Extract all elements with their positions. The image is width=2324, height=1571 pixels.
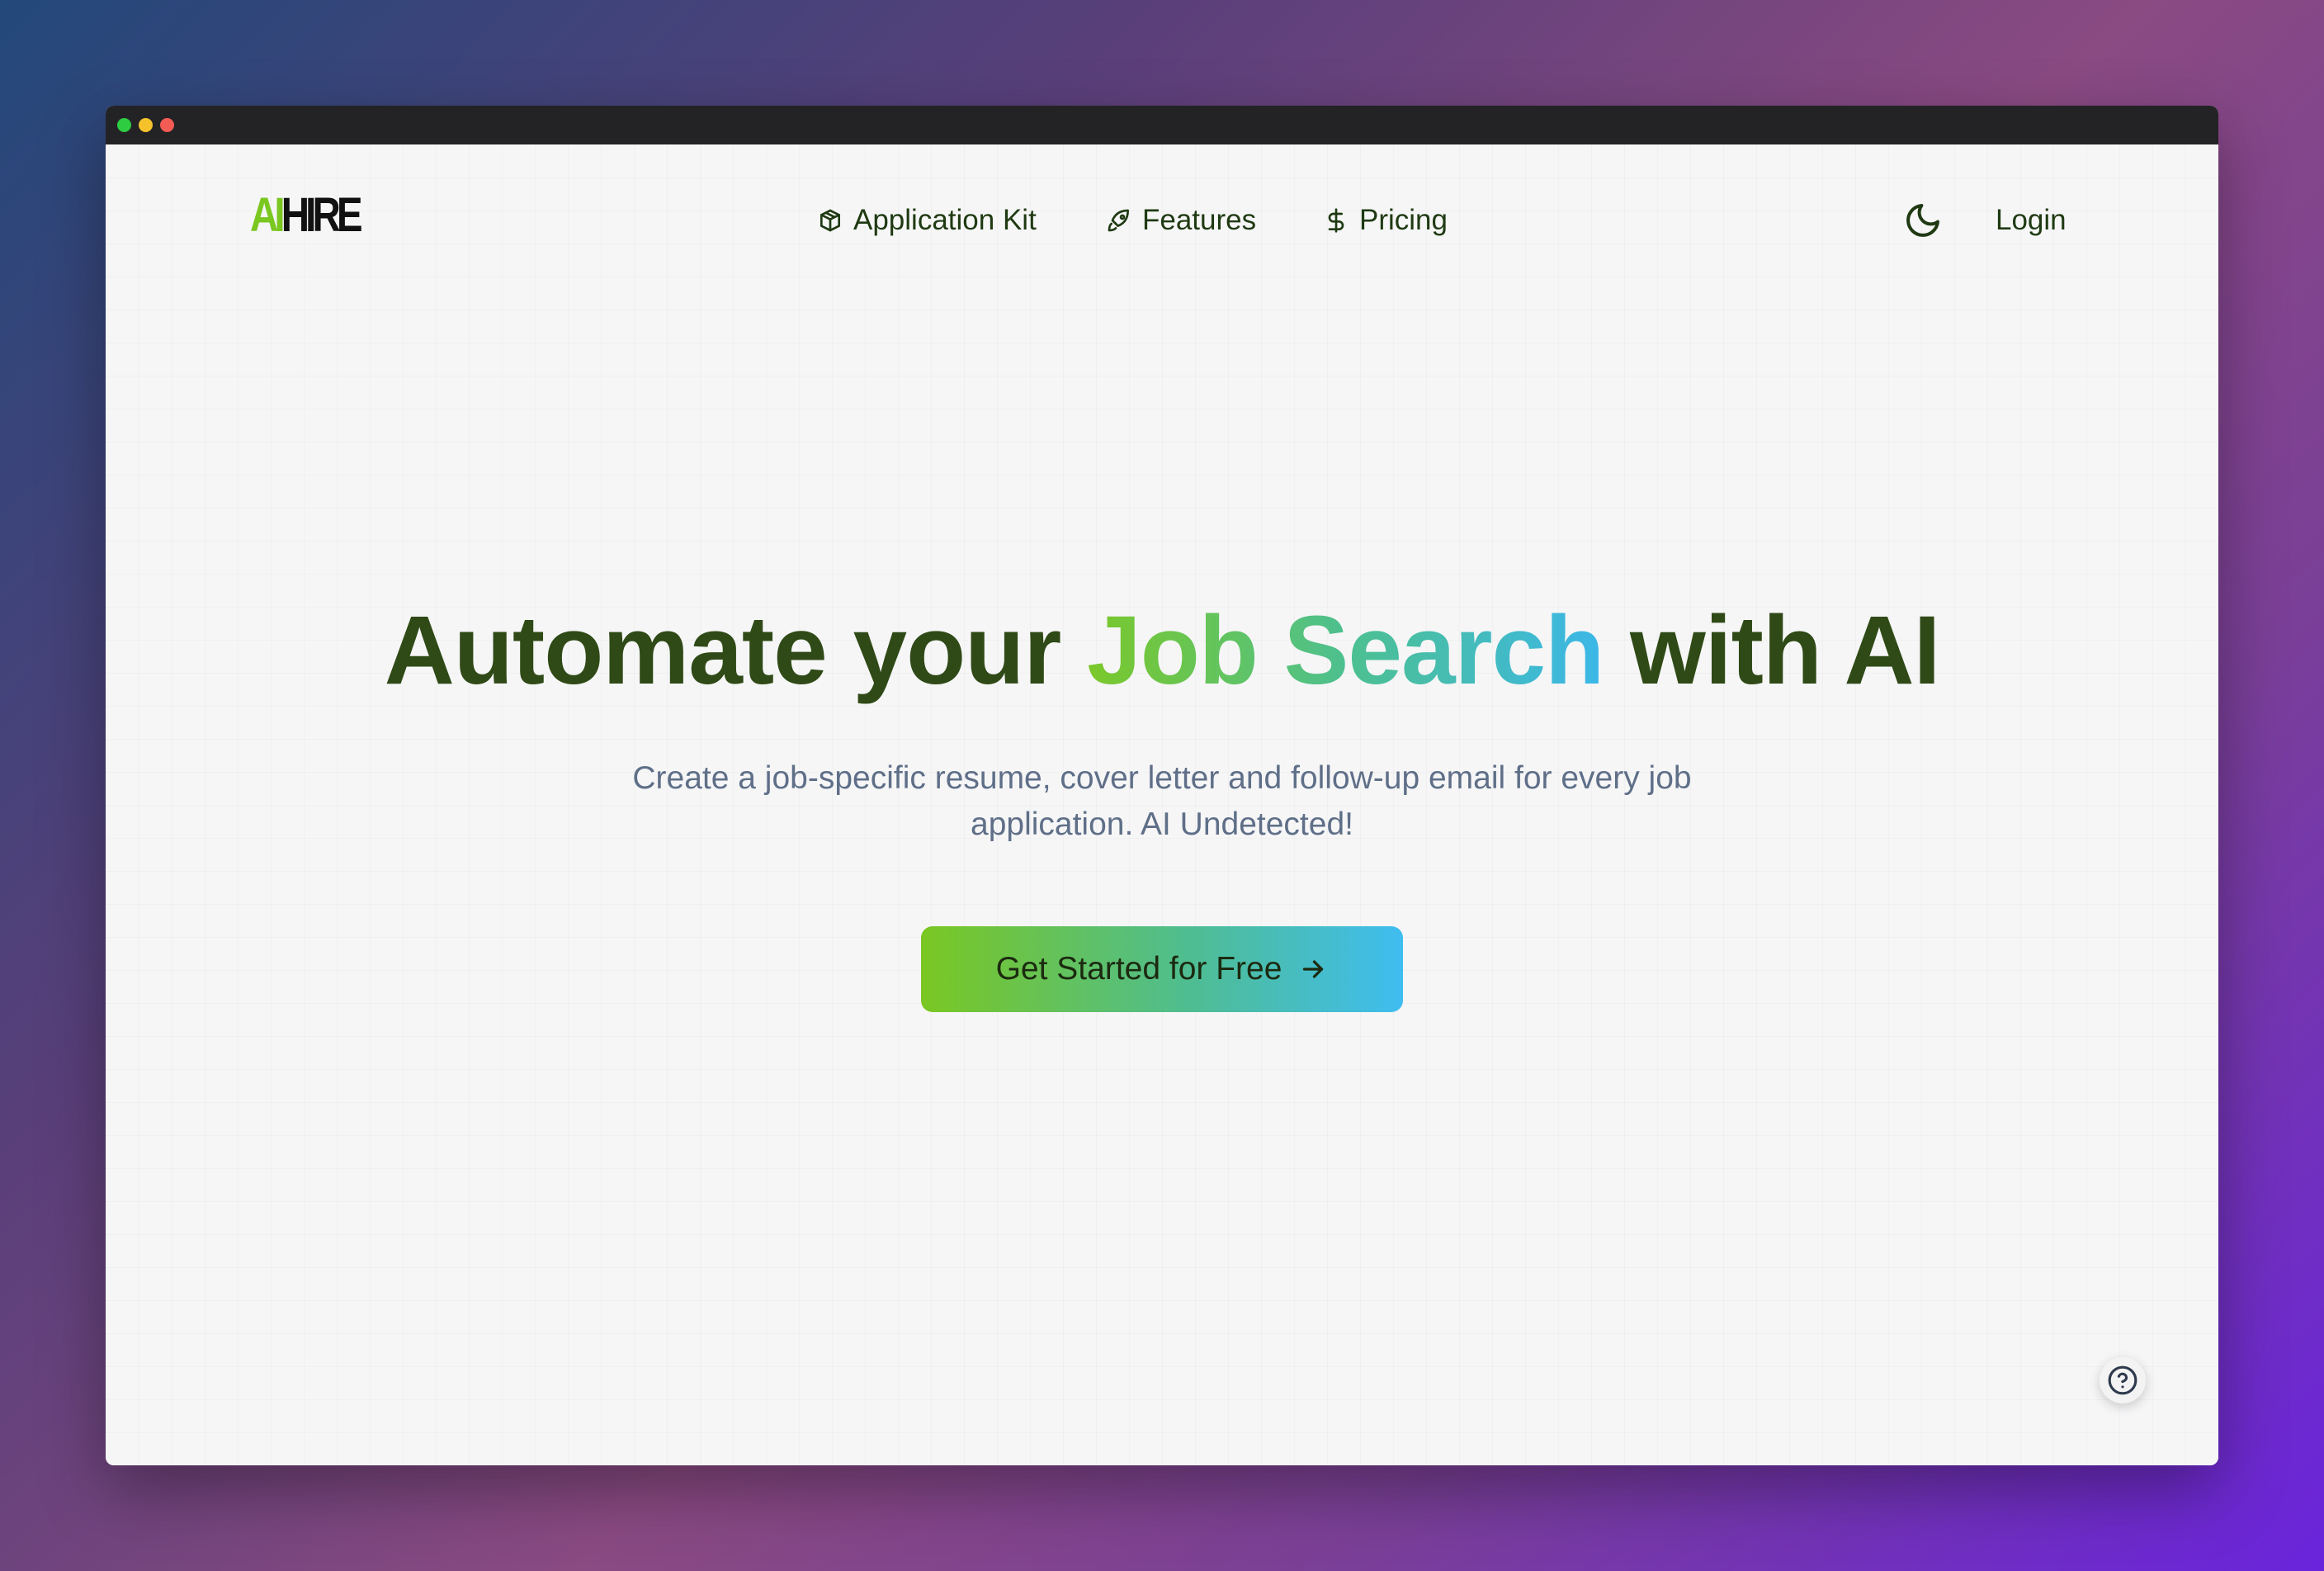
hero-title-end: with AI xyxy=(1630,596,1940,705)
help-button[interactable] xyxy=(2100,1357,2146,1403)
nav-item-label: Pricing xyxy=(1359,204,1448,236)
window-minimize-button[interactable] xyxy=(139,118,153,132)
package-icon xyxy=(817,207,843,234)
nav-item-application-kit[interactable]: Application Kit xyxy=(817,204,1037,237)
hero-title-highlight: Job Search xyxy=(1087,596,1604,705)
nav-item-features[interactable]: Features xyxy=(1106,204,1256,237)
help-circle-icon xyxy=(2108,1365,2137,1395)
browser-window: AIHIRE Application Kit Features Pricing … xyxy=(106,106,2218,1465)
hero-title: Automate your Job Search with AI xyxy=(106,594,2218,707)
nav-item-label: Features xyxy=(1142,204,1257,236)
aihire-logo[interactable]: AIHIRE xyxy=(250,192,363,239)
get-started-button[interactable]: Get Started for Free xyxy=(921,926,1403,1012)
login-link[interactable]: Login xyxy=(1996,204,2067,237)
moon-icon xyxy=(1906,204,1939,237)
nav-item-label: Application Kit xyxy=(853,204,1037,236)
rocket-icon xyxy=(1106,207,1132,234)
logo-ai-text: AI xyxy=(250,188,286,242)
nav-item-pricing[interactable]: Pricing xyxy=(1323,204,1448,237)
hero-title-start: Automate your xyxy=(384,596,1062,705)
window-titlebar xyxy=(106,106,2218,144)
theme-toggle-button[interactable] xyxy=(1903,201,1943,240)
landing-page: AIHIRE Application Kit Features Pricing … xyxy=(106,144,2218,1465)
cta-label: Get Started for Free xyxy=(995,951,1282,987)
window-maximize-button[interactable] xyxy=(117,118,131,132)
hero-subtitle: Create a job-specific resume, cover lett… xyxy=(632,760,1692,842)
window-close-button[interactable] xyxy=(160,118,174,132)
arrow-right-icon xyxy=(1298,954,1328,984)
logo-hire-text: HIRE xyxy=(281,188,363,242)
dollar-icon xyxy=(1323,207,1349,234)
